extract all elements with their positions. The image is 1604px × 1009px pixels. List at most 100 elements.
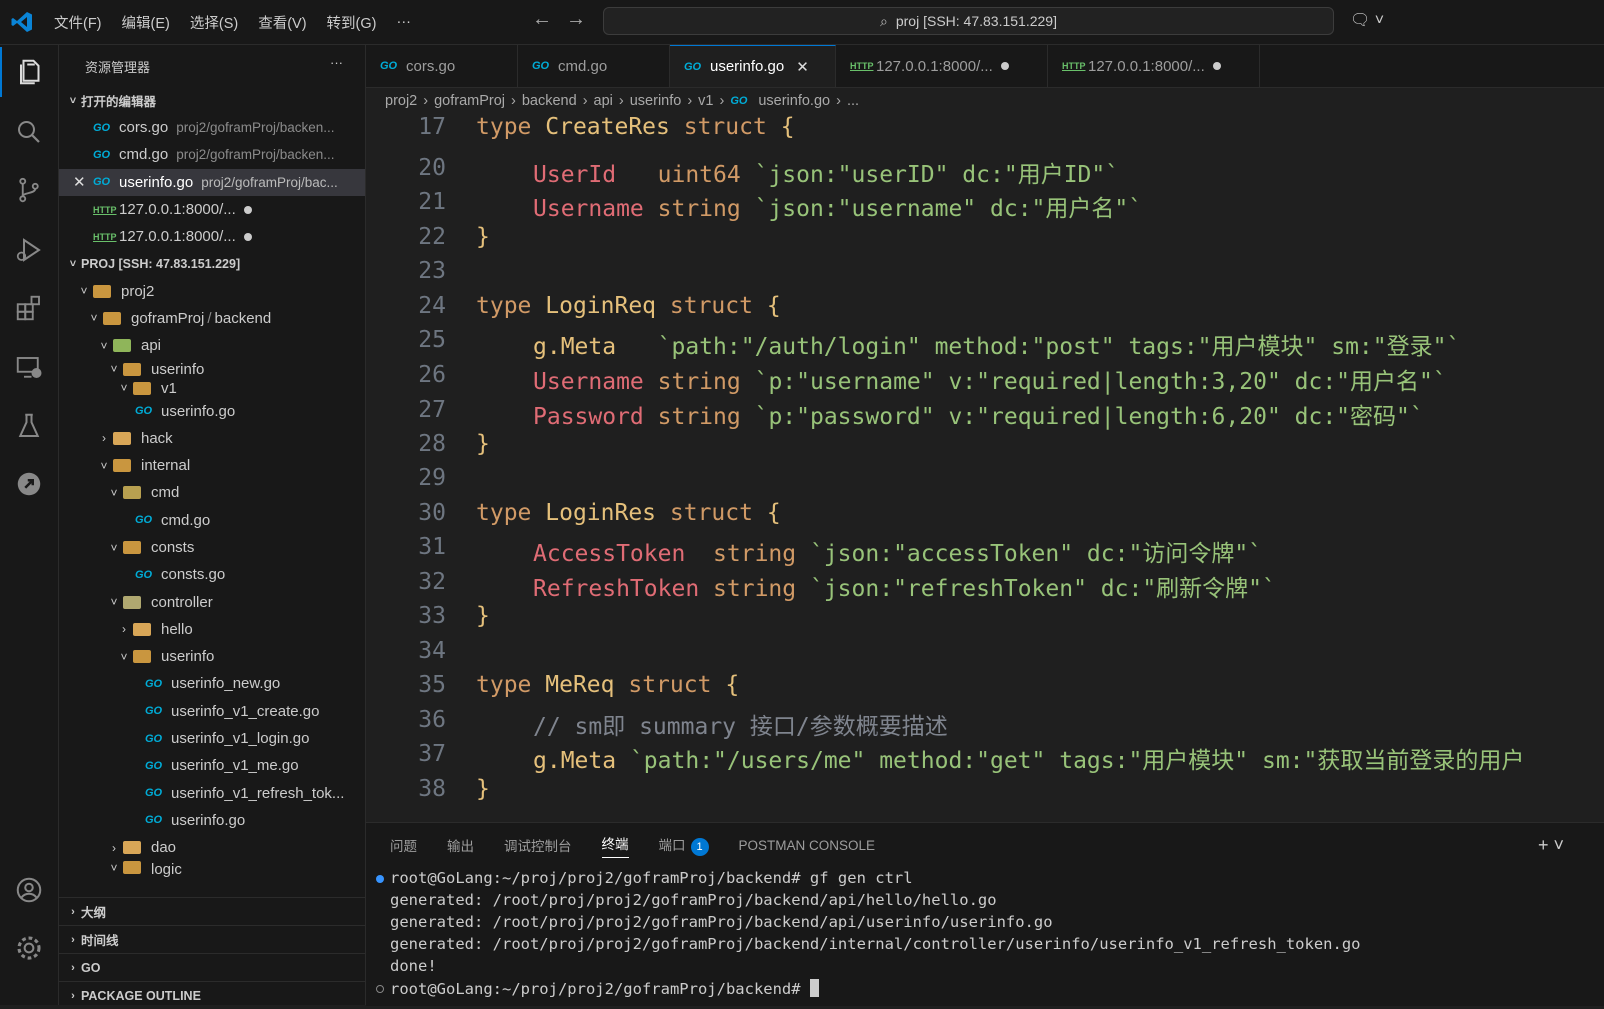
tree-folder[interactable]: ˅ goframProj / backend: [59, 305, 365, 332]
menu-selection[interactable]: 选择(S): [180, 12, 248, 33]
extensions-icon[interactable]: [0, 283, 58, 333]
tree-file[interactable]: GO userinfo_new.go: [59, 670, 365, 697]
tab-label: cors.go: [406, 57, 456, 75]
tree-file[interactable]: GO userinfo.go: [59, 397, 365, 424]
timeline-section[interactable]: › 时间线: [59, 925, 365, 953]
tree-folder[interactable]: ˅ userinfo: [59, 643, 365, 670]
chevron-down-icon: ˅: [120, 649, 128, 664]
menu-go[interactable]: 转到(G): [317, 12, 387, 33]
open-editor-name: 127.0.0.1:8000/...: [119, 201, 236, 219]
tree-file[interactable]: GO userinfo_v1_me.go: [59, 752, 365, 779]
section-title: 时间线: [81, 934, 119, 948]
tree-label: userinfo_v1_create.go: [171, 702, 320, 720]
tab-cmd-go[interactable]: GO cmd.go: [518, 45, 670, 87]
tab-terminal[interactable]: 终端: [601, 833, 629, 858]
breadcrumb-item[interactable]: userinfo.go: [758, 93, 830, 109]
terminal-output[interactable]: root@GoLang:~/proj/proj2/goframProj/back…: [376, 869, 1361, 1001]
line-number: 17: [418, 114, 446, 140]
breadcrumb-item[interactable]: backend: [522, 93, 577, 109]
tree-file[interactable]: GO userinfo.go: [59, 807, 365, 834]
menu-more[interactable]: ···: [386, 14, 421, 30]
http-file-icon: HTTP: [93, 231, 117, 242]
tab-cors-go[interactable]: GO cors.go: [366, 45, 518, 87]
tree-folder[interactable]: ˅ cmd: [59, 479, 365, 506]
terminal-prompt: root@GoLang:~/proj/proj2/goframProj/back…: [376, 979, 1361, 1001]
tree-file[interactable]: GO cmd.go: [59, 507, 365, 534]
brace: {: [780, 114, 795, 140]
open-editor-item-active[interactable]: ✕ GO userinfo.go proj2/goframProj/bac...: [59, 168, 365, 196]
outline-section[interactable]: › 大纲: [59, 897, 365, 925]
remote-ssh-icon[interactable]: [0, 459, 58, 509]
tree-folder[interactable]: ˅ v1: [59, 379, 365, 397]
run-debug-icon[interactable]: [0, 225, 58, 275]
tab-postman-console[interactable]: POSTMAN CONSOLE: [739, 838, 876, 853]
testing-icon[interactable]: [0, 401, 58, 451]
menu-file[interactable]: 文件(F): [44, 12, 112, 33]
open-editor-item[interactable]: HTTP 127.0.0.1:8000/...: [59, 196, 365, 223]
open-editor-path: proj2/goframProj/bac...: [201, 174, 338, 190]
settings-gear-icon[interactable]: [0, 923, 58, 973]
code-editor[interactable]: 17 type CreateRes struct { 20 UserId uint6…: [366, 114, 1604, 822]
terminal-line: done!: [390, 957, 1361, 979]
more-actions-icon[interactable]: ···: [330, 55, 343, 70]
back-arrow-icon[interactable]: ←: [532, 8, 552, 31]
close-icon[interactable]: ✕: [73, 173, 93, 191]
tab-userinfo-go[interactable]: GO userinfo.go ✕: [670, 45, 836, 87]
open-editor-item[interactable]: GO cmd.go proj2/goframProj/backen...: [59, 141, 365, 168]
breadcrumb-item[interactable]: v1: [698, 93, 713, 109]
chevron-right-icon: ›: [112, 840, 116, 855]
tree-folder[interactable]: › hello: [59, 616, 365, 643]
tree-folder[interactable]: ˅ userinfo: [59, 359, 365, 379]
tab-ports[interactable]: 端口 1: [659, 834, 709, 856]
tree-folder[interactable]: › hack: [59, 425, 365, 452]
menu-view[interactable]: 查看(V): [248, 12, 316, 33]
tree-folder[interactable]: ˅ logic: [59, 861, 365, 879]
tree-file[interactable]: GO consts.go: [59, 561, 365, 588]
forward-arrow-icon[interactable]: →: [566, 8, 586, 31]
go-file-icon: GO: [145, 787, 163, 800]
open-editor-item[interactable]: GO cors.go proj2/goframProj/backen...: [59, 114, 365, 141]
project-section[interactable]: ˅ PROJ [SSH: 47.83.151.229]: [59, 250, 365, 277]
breadcrumb-item[interactable]: proj2: [385, 93, 417, 109]
tree-folder[interactable]: ˅ consts: [59, 534, 365, 561]
code-line: 34: [366, 638, 1604, 673]
breadcrumb-item[interactable]: ...: [847, 93, 859, 109]
explorer-icon[interactable]: [0, 47, 60, 97]
section-title: 大纲: [81, 906, 107, 920]
open-editors-section[interactable]: ˅ 打开的编辑器: [59, 87, 365, 114]
tree-label: userinfo_new.go: [171, 675, 281, 693]
tree-file[interactable]: GO userinfo_v1_refresh_tok...: [59, 780, 365, 807]
tab-problems[interactable]: 问题: [390, 835, 417, 855]
tree-file[interactable]: GO userinfo_v1_login.go: [59, 725, 365, 752]
search-view-icon[interactable]: [0, 107, 58, 157]
open-editor-item[interactable]: HTTP 127.0.0.1:8000/...: [59, 223, 365, 250]
close-tab-icon[interactable]: ✕: [796, 58, 809, 76]
tab-http-1[interactable]: HTTP 127.0.0.1:8000/...: [836, 45, 1048, 87]
tree-folder[interactable]: ˅ proj2: [59, 277, 365, 304]
tree-folder[interactable]: ˅ internal: [59, 452, 365, 479]
remote-explorer-icon[interactable]: [0, 343, 58, 393]
tree-folder[interactable]: ˅ controller: [59, 588, 365, 615]
command-center-search[interactable]: ⌕ proj [SSH: 47.83.151.229]: [603, 7, 1334, 35]
tree-label: userinfo.go: [171, 811, 246, 829]
tab-output[interactable]: 输出: [447, 835, 474, 855]
tree-file[interactable]: GO userinfo_v1_create.go: [59, 698, 365, 725]
breadcrumb-item[interactable]: goframProj: [434, 93, 505, 109]
tree-label: userinfo: [161, 648, 215, 666]
chevron-down-icon: ˅: [100, 458, 108, 473]
tab-http-2[interactable]: HTTP 127.0.0.1:8000/...: [1048, 45, 1260, 87]
source-control-icon[interactable]: [0, 165, 58, 215]
menu-edit[interactable]: 编辑(E): [112, 12, 180, 33]
breadcrumb-item[interactable]: userinfo: [630, 93, 682, 109]
menu-bar: 文件(F) 编辑(E) 选择(S) 查看(V) 转到(G) ···: [44, 0, 421, 44]
account-icon[interactable]: [0, 865, 58, 915]
copilot-chat-icon[interactable]: 🗨 ˅: [1350, 10, 1384, 30]
tree-folder[interactable]: ˅ api: [59, 332, 365, 359]
go-section[interactable]: › GO: [59, 953, 365, 981]
breadcrumb-item[interactable]: api: [594, 93, 613, 109]
tab-debug-console[interactable]: 调试控制台: [504, 835, 572, 855]
type-name: string: [713, 576, 797, 602]
type-name: LoginRes: [545, 500, 657, 526]
new-terminal-icon[interactable]: + ˅: [1538, 835, 1564, 856]
tree-folder[interactable]: › dao: [59, 834, 365, 861]
